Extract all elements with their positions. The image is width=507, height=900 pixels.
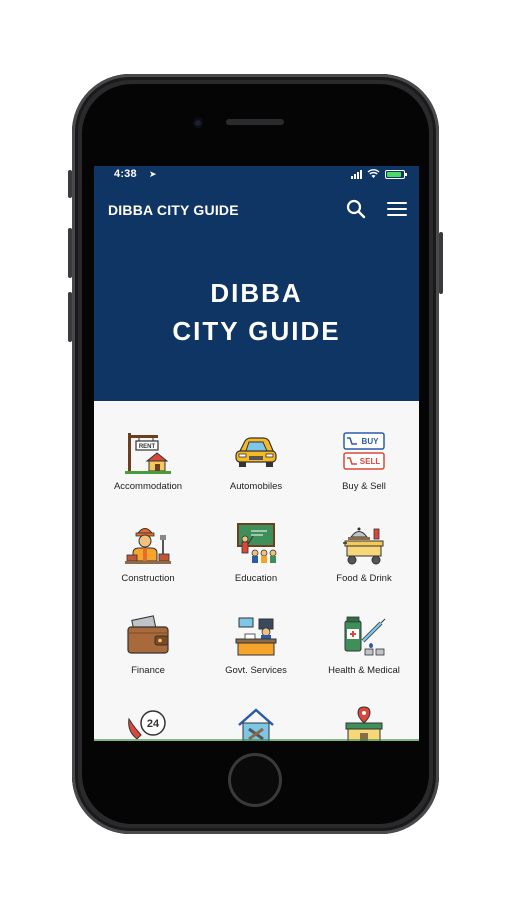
category-food-drink[interactable]: Food & Drink xyxy=(310,493,418,584)
category-construction[interactable]: Construction xyxy=(94,493,202,584)
buy-text: BUY xyxy=(362,437,380,446)
search-icon[interactable] xyxy=(345,198,367,220)
category-24-hours[interactable]: 24 xyxy=(94,677,202,741)
earpiece-speaker xyxy=(226,119,284,125)
car-icon xyxy=(235,437,277,467)
category-label: Buy & Sell xyxy=(342,481,386,492)
hero-banner: DIBBA CITY GUIDE xyxy=(94,232,419,401)
buy-sell-icon: BUY SELL xyxy=(343,432,385,470)
category-label: Accommodation xyxy=(113,481,183,492)
hours-text: 24 xyxy=(147,718,160,730)
category-label: Health & Medical xyxy=(328,665,400,676)
scroll-edge xyxy=(94,739,419,741)
hero-title: DIBBA CITY GUIDE xyxy=(94,274,419,350)
rent-sign-text: RENT xyxy=(139,444,156,450)
category-buy-sell[interactable]: BUY SELL Buy & Sell xyxy=(310,401,418,492)
category-grid: RENT Accommodation Automobiles BUY SELL … xyxy=(94,401,419,741)
construction-worker-icon xyxy=(125,528,171,564)
home-repair-icon xyxy=(238,708,274,741)
phone-24-icon: 24 xyxy=(128,710,166,740)
category-label: Govt. Services xyxy=(225,665,287,676)
category-home-repair[interactable] xyxy=(202,677,310,741)
category-health-medical[interactable]: Health & Medical xyxy=(310,585,418,676)
rent-house-icon: RENT xyxy=(125,433,171,474)
category-finance[interactable]: Finance xyxy=(94,585,202,676)
government-desk-icon xyxy=(235,617,277,656)
category-label: Automobiles xyxy=(229,481,283,492)
medicine-syringe-icon xyxy=(344,616,386,656)
sell-text: SELL xyxy=(360,457,381,466)
hamburger-menu-icon[interactable] xyxy=(387,201,407,217)
category-label: Education xyxy=(234,573,278,584)
power-button xyxy=(439,232,443,294)
silent-switch xyxy=(68,170,72,198)
category-label: Food & Drink xyxy=(336,573,392,584)
store-location-icon xyxy=(345,706,383,741)
status-time: 4:38 xyxy=(114,168,137,180)
status-indicators xyxy=(351,169,407,179)
home-button[interactable] xyxy=(228,753,282,807)
status-bar: 4:38 ➤ xyxy=(94,166,419,184)
wallet-icon xyxy=(127,615,169,654)
category-label: Finance xyxy=(131,665,165,676)
category-accommodation[interactable]: RENT Accommodation xyxy=(94,401,202,492)
app-title: DIBBA CITY GUIDE xyxy=(108,202,239,218)
category-education[interactable]: Education xyxy=(202,493,310,584)
category-govt-services[interactable]: Govt. Services xyxy=(202,585,310,676)
front-camera xyxy=(193,118,203,128)
wifi-icon xyxy=(367,169,380,178)
food-cart-icon xyxy=(343,527,384,565)
hero-title-line-2: CITY GUIDE xyxy=(172,316,341,346)
battery-icon xyxy=(385,169,407,179)
classroom-icon xyxy=(237,523,277,563)
volume-down-button xyxy=(68,292,72,342)
app-bar: DIBBA CITY GUIDE xyxy=(94,184,419,232)
volume-up-button xyxy=(68,228,72,278)
hero-title-line-1: DIBBA xyxy=(210,278,303,308)
location-arrow-icon: ➤ xyxy=(149,169,157,179)
cellular-signal-icon xyxy=(351,169,362,179)
app-screen: 4:38 ➤ DIBBA CITY GUIDE DIBBA CITY GUIDE… xyxy=(94,166,419,741)
category-label: Construction xyxy=(121,573,175,584)
category-automobiles[interactable]: Automobiles xyxy=(202,401,310,492)
category-store-location[interactable] xyxy=(310,677,418,741)
